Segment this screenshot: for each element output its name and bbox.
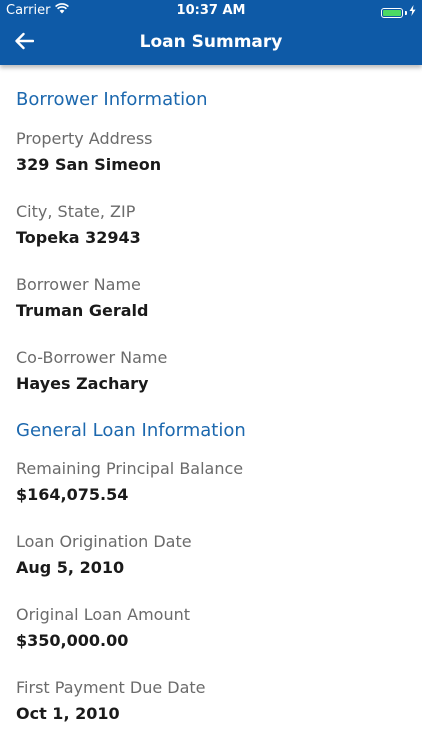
city-state-zip-label: City, State, ZIP (16, 202, 136, 221)
co-borrower-name-value: Hayes Zachary (16, 374, 149, 393)
co-borrower-name-label: Co-Borrower Name (16, 348, 168, 367)
loan-summary-content: Borrower Information Property Address 32… (16, 65, 406, 725)
battery-icon (381, 7, 403, 18)
remaining-principal-balance-label: Remaining Principal Balance (16, 459, 244, 478)
loan-origination-date-label: Loan Origination Date (16, 532, 192, 551)
section-title-general-loan: General Loan Information (16, 420, 246, 441)
battery-group (381, 5, 416, 20)
original-loan-amount-label: Original Loan Amount (16, 605, 191, 624)
first-payment-due-date-label: First Payment Due Date (16, 678, 206, 697)
status-time: 10:37 AM (176, 3, 246, 18)
original-loan-amount-value: $350,000.00 (16, 631, 129, 650)
borrower-name-value: Truman Gerald (16, 301, 149, 320)
remaining-principal-balance-value: $164,075.54 (16, 485, 129, 504)
status-bar: Carrier 10:37 AM (0, 0, 422, 22)
property-address-value: 329 San Simeon (16, 155, 162, 174)
bolt-icon (409, 5, 416, 20)
property-address-label: Property Address (16, 129, 153, 148)
first-payment-due-date-value: Oct 1, 2010 (16, 704, 120, 723)
battery-cap (405, 10, 407, 15)
loan-origination-date-value: Aug 5, 2010 (16, 558, 125, 577)
page-title: Loan Summary (139, 32, 283, 52)
city-state-zip-value: Topeka 32943 (16, 228, 141, 247)
borrower-name-label: Borrower Name (16, 275, 141, 294)
navigation-bar: Loan Summary (0, 22, 422, 65)
top-bar: Carrier 10:37 AM Loan Summary (0, 0, 422, 65)
battery-level-fill (383, 9, 401, 16)
section-title-borrower: Borrower Information (16, 89, 208, 110)
